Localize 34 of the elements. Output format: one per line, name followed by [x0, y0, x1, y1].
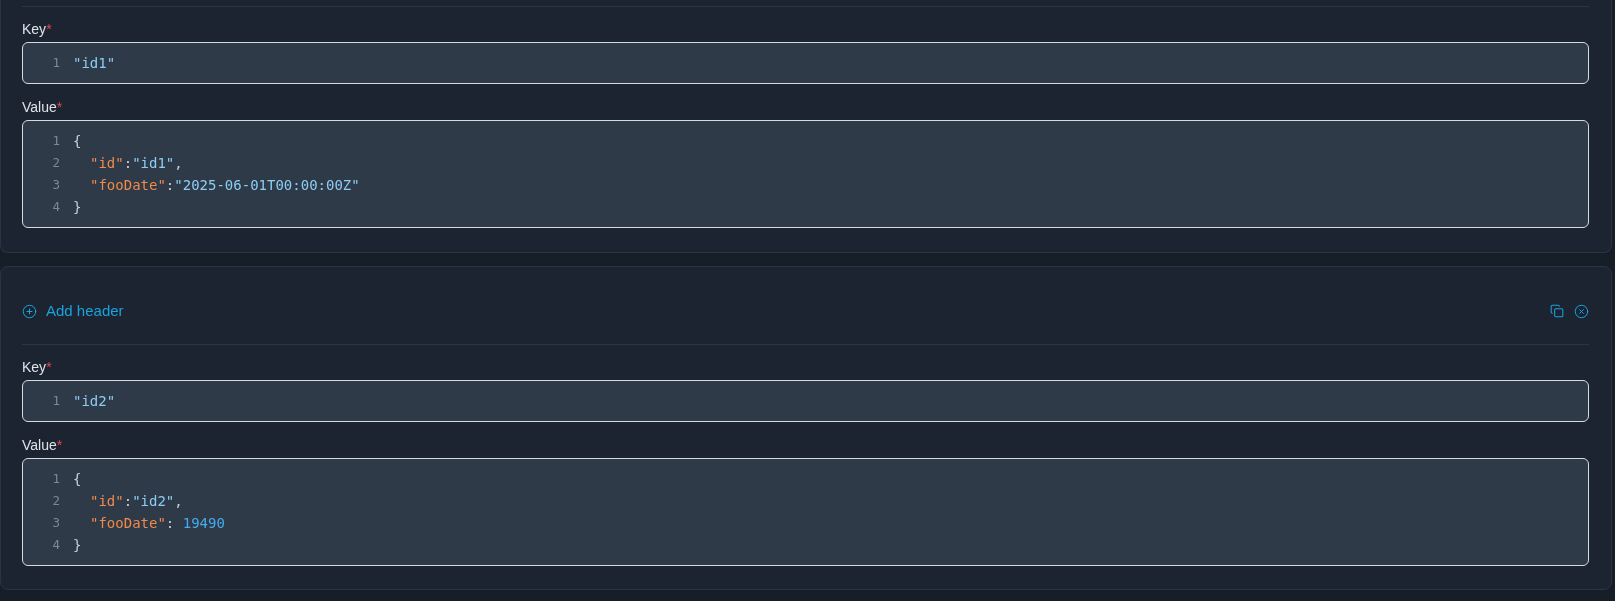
code-line: { — [73, 132, 82, 151]
line-number: 1 — [52, 392, 60, 410]
code-line: "fooDate": 19490 — [90, 514, 225, 533]
line-number: 1 — [52, 470, 60, 488]
line-number: 2 — [52, 492, 60, 510]
code-line: "id":"id2", — [90, 492, 183, 511]
field-label: Value* — [22, 98, 63, 117]
line-number: 3 — [52, 176, 60, 194]
code-line: "id":"id1", — [90, 154, 183, 173]
close-button[interactable] — [1574, 303, 1589, 319]
code-line: } — [73, 536, 82, 555]
copy-icon — [1550, 304, 1564, 318]
line-number: 3 — [52, 514, 60, 532]
plus-circle-icon — [22, 303, 37, 319]
line-number: 4 — [52, 536, 60, 554]
field-label: Value* — [22, 436, 63, 455]
line-number: 2 — [52, 154, 60, 172]
code-line: } — [73, 198, 82, 217]
close-icon — [1574, 303, 1589, 319]
code-editor[interactable]: 1 { 2 "id":"id1", 3 "fooDate":"2025-06-01T00:00:00Z" 4 } — [22, 120, 1589, 228]
code-line: "fooDate":"2025-06-01T00:00:00Z" — [90, 176, 360, 195]
line-number: 1 — [52, 54, 60, 72]
line-number: 1 — [52, 132, 60, 150]
field-label: Key* — [22, 358, 52, 377]
code-line: { — [73, 470, 82, 489]
code-line: "id2" — [73, 392, 116, 411]
field-label: Key* — [22, 20, 52, 39]
code-editor[interactable]: 1 { 2 "id":"id2", 3 "fooDate": 19490 4 } — [22, 458, 1589, 566]
code-editor[interactable]: 1 "id1" — [22, 42, 1589, 84]
copy-button[interactable] — [1550, 304, 1564, 318]
add-header-button[interactable]: Add header — [22, 301, 124, 321]
line-number: 4 — [52, 198, 60, 216]
code-line: "id1" — [73, 54, 116, 73]
code-editor[interactable]: 1 "id2" — [22, 380, 1589, 422]
